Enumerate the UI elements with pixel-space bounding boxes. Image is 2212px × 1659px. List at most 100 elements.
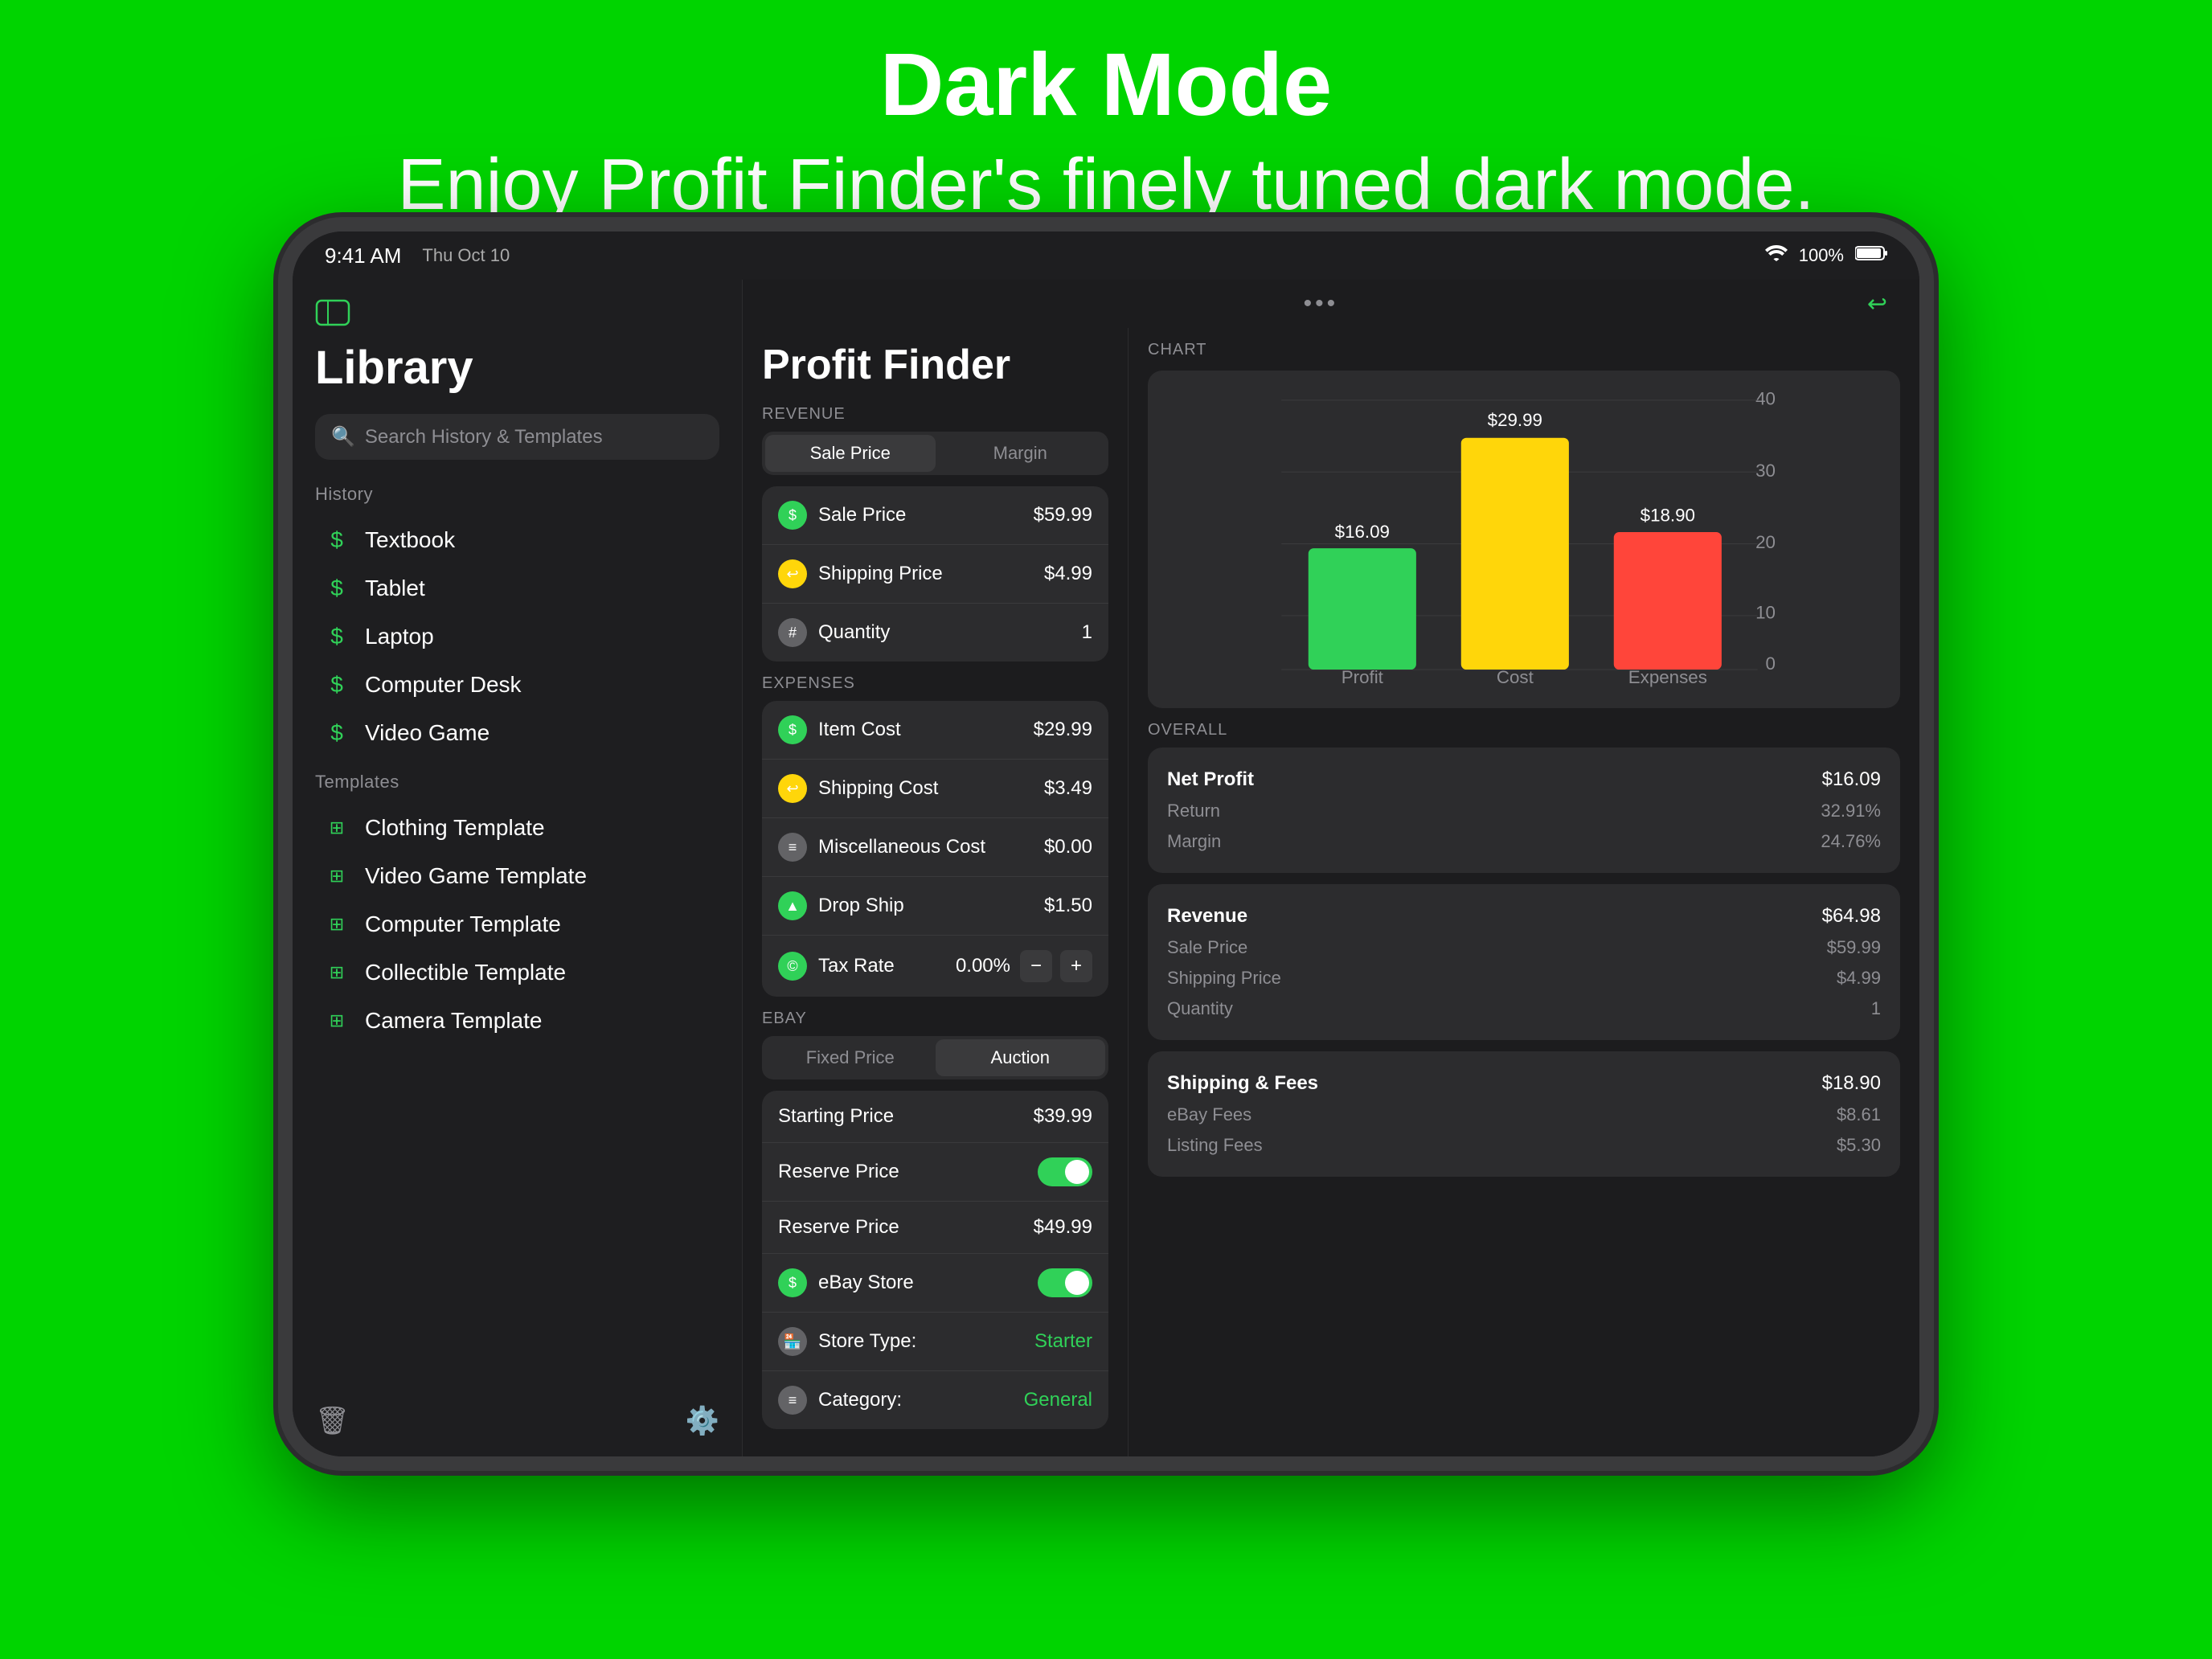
sale-price-value: $59.99 [1034,504,1092,526]
misc-cost-value: $0.00 [1044,836,1092,858]
item-cost-label: Item Cost [818,719,901,741]
sale-price-row[interactable]: $ Sale Price $59.99 [762,486,1108,545]
sidebar-item-computer-template[interactable]: ⊞ Computer Template [315,900,719,948]
sidebar-toggle-icon[interactable] [315,299,350,326]
camera-template-label: Camera Template [365,1008,542,1034]
dollar-icon-tablet: $ [322,576,352,601]
sale-price-tab[interactable]: Sale Price [765,435,936,472]
template-icon-collectible: ⊞ [322,962,352,983]
sidebar-item-camera-template[interactable]: ⊞ Camera Template [315,997,719,1045]
shipping-price-value: $4.99 [1044,563,1092,585]
computer-desk-label: Computer Desk [365,672,522,698]
templates-section: Templates ⊞ Clothing Template ⊞ Video Ga… [315,772,719,1045]
expenses-label: EXPENSES [762,674,1108,693]
listing-fees-value: $5.30 [1837,1135,1881,1156]
auction-tab[interactable]: Auction [936,1039,1106,1076]
back-icon[interactable]: ↩ [1867,290,1887,318]
tax-rate-row[interactable]: © Tax Rate 0.00% − + [762,936,1108,997]
revenue-segment-control[interactable]: Sale Price Margin [762,432,1108,475]
quantity-row[interactable]: # Quantity 1 [762,604,1108,662]
app-area: Library 🔍 Search History & Templates His… [293,280,1919,1456]
sidebar-item-computer-desk[interactable]: $ Computer Desk [315,661,719,709]
reserve-price-value-label: Reserve Price [778,1216,899,1239]
computer-template-label: Computer Template [365,911,561,937]
drop-ship-row[interactable]: ▲ Drop Ship $1.50 [762,877,1108,936]
store-type-row[interactable]: 🏪 Store Type: Starter [762,1313,1108,1371]
expenses-bar [1614,532,1722,670]
listing-fees-label: Listing Fees [1167,1135,1263,1156]
search-placeholder: Search History & Templates [365,426,603,449]
shipping-price-summary-row: Shipping Price $4.99 [1167,963,1881,993]
ebay-store-row[interactable]: $ eBay Store [762,1254,1108,1313]
profit-bar [1309,548,1416,670]
tax-rate-value: 0.00% [956,955,1010,977]
shipping-fees-label: Shipping & Fees [1167,1072,1318,1095]
store-type-label: Store Type: [818,1330,916,1353]
reserve-price-value-row[interactable]: Reserve Price $49.99 [762,1202,1108,1254]
main-panel: ••• ↩ Profit Finder REVENUE Sale Price M… [743,280,1919,1456]
shipping-price-label: Shipping Price [818,563,943,585]
sidebar-item-laptop[interactable]: $ Laptop [315,612,719,661]
sidebar-item-video-game-template[interactable]: ⊞ Video Game Template [315,852,719,900]
shipping-price-row[interactable]: ↩ Shipping Price $4.99 [762,545,1108,604]
wifi-icon [1765,245,1788,266]
dollar-icon-video-game: $ [322,720,352,746]
shipping-cost-row[interactable]: ↩ Shipping Cost $3.49 [762,760,1108,818]
sidebar-item-textbook[interactable]: $ Textbook [315,516,719,564]
main-content: Profit Finder REVENUE Sale Price Margin … [743,328,1919,1456]
battery-level: 100% [1799,245,1844,266]
svg-text:40: 40 [1755,388,1776,408]
svg-text:Profit: Profit [1342,667,1384,687]
shipping-cost-value: $3.49 [1044,777,1092,800]
ebay-store-toggle[interactable] [1038,1268,1092,1297]
revenue-summary-value: $64.98 [1822,905,1881,928]
revenue-card: $ Sale Price $59.99 ↩ Shipping Price $4.… [762,486,1108,662]
sidebar-item-collectible-template[interactable]: ⊞ Collectible Template [315,948,719,997]
stepper-minus[interactable]: − [1020,950,1052,982]
search-bar[interactable]: 🔍 Search History & Templates [315,414,719,460]
margin-tab[interactable]: Margin [936,435,1106,472]
trash-icon[interactable]: 🗑 [315,1405,350,1437]
main-header: ••• ↩ [743,280,1919,328]
dollar-icon-desk: $ [322,672,352,698]
net-profit-row: Net Profit $16.09 [1167,764,1881,796]
fixed-price-tab[interactable]: Fixed Price [765,1039,936,1076]
category-row[interactable]: ≡ Category: General [762,1371,1108,1429]
sidebar-item-video-game[interactable]: $ Video Game [315,709,719,757]
item-cost-row[interactable]: $ Item Cost $29.99 [762,701,1108,760]
ebay-fees-row: eBay Fees $8.61 [1167,1100,1881,1130]
misc-cost-row[interactable]: ≡ Miscellaneous Cost $0.00 [762,818,1108,877]
shipping-cost-icon: ↩ [778,774,807,803]
template-icon-computer: ⊞ [322,914,352,935]
misc-cost-label: Miscellaneous Cost [818,836,985,858]
overall-net-card: Net Profit $16.09 Return 32.91% Margin 2… [1148,748,1900,873]
ebay-fees-value: $8.61 [1837,1104,1881,1125]
tax-rate-stepper[interactable]: − + [1020,950,1092,982]
ebay-store-label: eBay Store [818,1272,914,1294]
ebay-segment-control[interactable]: Fixed Price Auction [762,1036,1108,1079]
ebay-store-icon: $ [778,1268,807,1297]
bar-chart: 40 30 20 10 0 [1164,387,1884,692]
more-options-icon[interactable]: ••• [1304,290,1339,317]
quantity-summary-label: Quantity [1167,998,1233,1019]
reserve-price-toggle-row[interactable]: Reserve Price [762,1143,1108,1202]
sidebar-item-clothing-template[interactable]: ⊞ Clothing Template [315,804,719,852]
svg-text:Cost: Cost [1497,667,1534,687]
item-cost-icon: $ [778,715,807,744]
stepper-plus[interactable]: + [1060,950,1092,982]
shipping-fees-card: Shipping & Fees $18.90 eBay Fees $8.61 L… [1148,1051,1900,1177]
dollar-icon-laptop: $ [322,624,352,649]
starting-price-row[interactable]: Starting Price $39.99 [762,1091,1108,1143]
quantity-summary-row: Quantity 1 [1167,993,1881,1024]
templates-label: Templates [315,772,719,793]
template-icon-video-game: ⊞ [322,866,352,887]
sidebar-icon-row [315,299,719,326]
reserve-price-toggle[interactable] [1038,1157,1092,1186]
overall-label: OVERALL [1148,721,1900,739]
clothing-template-label: Clothing Template [365,815,545,841]
sidebar-item-tablet[interactable]: $ Tablet [315,564,719,612]
svg-text:20: 20 [1755,532,1776,552]
quantity-icon: # [778,618,807,647]
history-section: History $ Textbook $ Tablet $ Laptop $ C… [315,484,719,757]
settings-icon[interactable]: ⚙️ [686,1405,719,1437]
